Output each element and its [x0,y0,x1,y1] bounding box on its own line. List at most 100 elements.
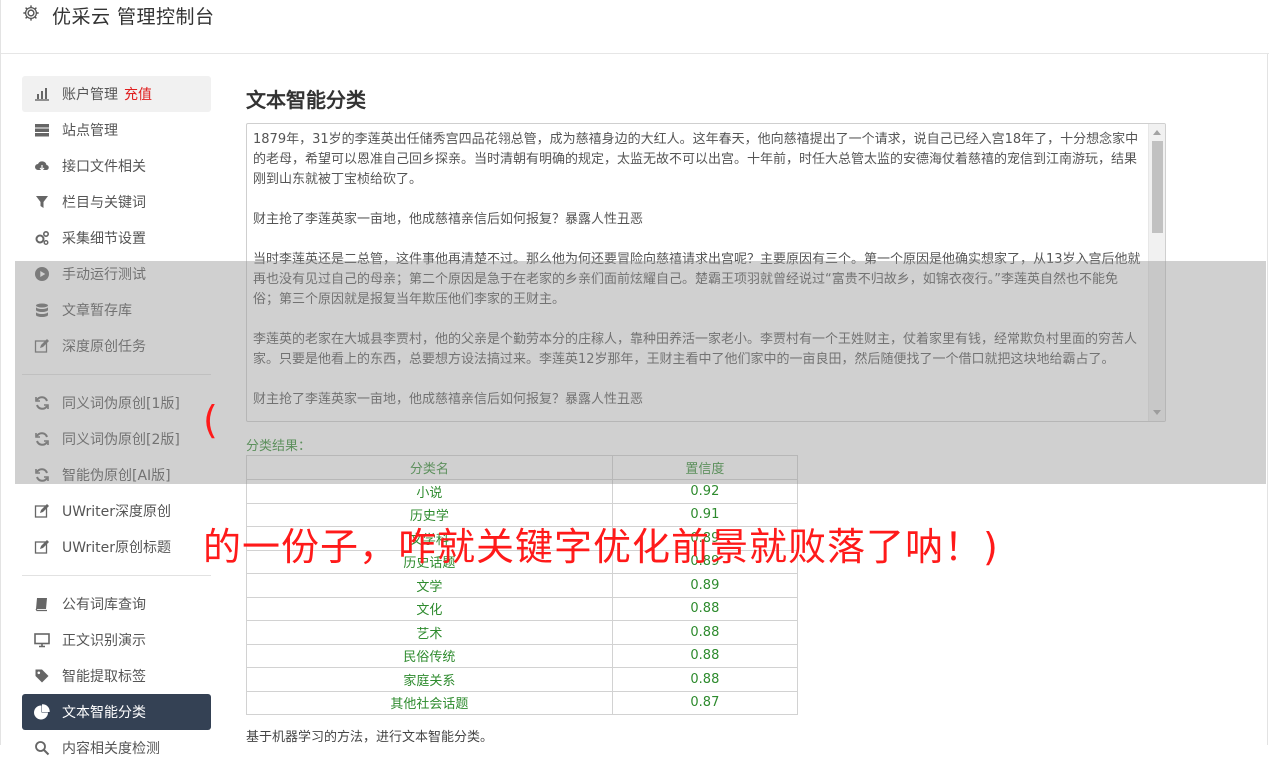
sidebar-item-label: 文本智能分类 [62,705,146,721]
confidence-cell: 0.89 [611,573,799,598]
column-header: 置信度 [611,455,799,480]
article-paragraph: 1879年，31岁的李莲英出任储秀宫四品花翎总管，成为慈禧身边的大红人。这年春天… [253,132,1139,187]
sidebar-item-label: 账户管理 [62,87,118,103]
textarea-scrollbar[interactable] [1148,124,1165,421]
sidebar-item-label: 栏目与关键词 [62,195,146,211]
sidebar-item-synonym-v2[interactable]: 同义词伪原创[2版] [22,421,211,457]
sidebar-item-label: UWriter深度原创 [62,504,171,520]
scroll-up-arrow-icon[interactable] [1153,130,1161,135]
bar-chart-icon [33,85,51,103]
article-text: 1879年，31岁的李莲英出任储秀宫四品花翎总管，成为慈禧身边的大红人。这年春天… [253,130,1143,421]
confidence-cell: 0.87 [611,690,799,715]
app-frame: 优采云 管理控制台 账户管理 充值 站点管理 接口文件相关 栏目与关键词 采集细… [0,0,1269,757]
sidebar-item-label: 智能伪原创[AI版] [62,468,171,484]
gears-icon [33,229,51,247]
sidebar-item-public-lexicon[interactable]: 公有词库查询 [22,586,211,622]
top-bar: 优采云 管理控制台 [1,0,1269,54]
sidebar-item-ai-rewrite[interactable]: 智能伪原创[AI版] [22,457,211,493]
pie-chart-icon [33,703,51,721]
sidebar-item-relevance-check[interactable]: 内容相关度检测 [22,730,211,766]
sidebar-item-label: 同义词伪原创[1版] [62,396,180,412]
table-row: 艺术 0.88 [246,620,799,645]
column-header: 分类名 [246,455,613,480]
sidebar-item-label: 文章暂存库 [62,303,132,319]
sidebar-item-label: 同义词伪原创[2版] [62,432,180,448]
sidebar-item-label: 正文识别演示 [62,633,146,649]
sidebar-item-label: 智能提取标签 [62,669,146,685]
sidebar: 账户管理 充值 站点管理 接口文件相关 栏目与关键词 采集细节设置 手动运行测试… [22,76,211,766]
tag-icon [33,667,51,685]
sidebar-divider [22,575,211,576]
sidebar-item-interface-files[interactable]: 接口文件相关 [22,148,211,184]
article-textarea[interactable]: 1879年，31岁的李莲英出任储秀宫四品花翎总管，成为慈禧身边的大红人。这年春天… [246,123,1166,422]
overlay-paren: ( [203,398,218,442]
category-cell: 艺术 [246,620,613,645]
sidebar-item-collect-settings[interactable]: 采集细节设置 [22,220,211,256]
article-paragraph: 当时李莲英还是二总管，这件事他再清楚不过。那么他为何还要冒险向慈禧请求出宫呢？主… [253,252,1141,307]
confidence-cell: 0.92 [611,479,799,504]
sidebar-item-label: UWriter原创标题 [62,540,171,556]
table-row: 其他社会话题 0.87 [246,690,799,715]
table-row: 文化 0.88 [246,596,799,621]
category-cell: 民俗传统 [246,643,613,668]
search-icon [33,739,51,757]
edit-icon [33,337,51,355]
sidebar-item-tag-extraction[interactable]: 智能提取标签 [22,658,211,694]
footnote: 基于机器学习的方法，进行文本智能分类。 [246,730,494,745]
sidebar-item-uwriter-title[interactable]: UWriter原创标题 [22,529,211,565]
refresh-icon [33,430,51,448]
sidebar-item-synonym-v1[interactable]: 同义词伪原创[1版] [22,385,211,421]
category-cell: 家庭关系 [246,667,613,692]
gear-icon[interactable] [22,4,40,22]
sidebar-item-label: 接口文件相关 [62,159,146,175]
edit-icon [33,502,51,520]
category-cell: 文化 [246,596,613,621]
page-title: 文本智能分类 [246,88,366,112]
sidebar-item-manual-test[interactable]: 手动运行测试 [22,256,211,292]
scroll-thumb[interactable] [1152,141,1163,233]
play-icon [33,265,51,283]
sidebar-item-label: 内容相关度检测 [62,741,160,757]
article-paragraph: 李莲英的老家在大城县李贾村，他的父亲是个勤劳本分的庄稼人，靠种田养活一家老小。李… [253,332,1138,367]
confidence-cell: 0.88 [611,667,799,692]
result-label: 分类结果： [246,439,312,454]
category-cell: 小说 [246,479,613,504]
recharge-link[interactable]: 充值 [124,84,152,104]
edit-icon [33,538,51,556]
sidebar-item-label: 站点管理 [62,123,118,139]
sidebar-item-account[interactable]: 账户管理 充值 [22,76,211,112]
confidence-cell: 0.88 [611,596,799,621]
table-row: 家庭关系 0.88 [246,667,799,692]
sidebar-item-text-classification[interactable]: 文本智能分类 [22,694,211,730]
classification-table: 分类名 置信度 小说 0.92 历史学 0.91 文学科 0.89 历史话题 0.89 … [246,455,799,715]
category-cell: 文学 [246,573,613,598]
overlay-caption: 的一份子，咋就关键字优化前景就败落了呐！) [203,525,999,569]
sidebar-divider [22,374,211,375]
article-paragraph: 财主抢了李莲英家一亩地，他成慈禧亲信后如何报复？暴露人性丑恶 [253,212,644,227]
refresh-icon [33,466,51,484]
category-cell: 其他社会话题 [246,690,613,715]
confidence-cell: 0.88 [611,620,799,645]
table-row: 小说 0.92 [246,479,799,504]
table-header-row: 分类名 置信度 [246,455,799,480]
sidebar-item-columns-keywords[interactable]: 栏目与关键词 [22,184,211,220]
scroll-down-arrow-icon[interactable] [1153,410,1161,415]
sidebar-item-label: 公有词库查询 [62,597,146,613]
sidebar-item-article-storage[interactable]: 文章暂存库 [22,292,211,328]
book-icon [33,595,51,613]
sidebar-item-label: 采集细节设置 [62,231,146,247]
table-row: 民俗传统 0.88 [246,643,799,668]
monitor-icon [33,631,51,649]
sidebar-item-text-recognition[interactable]: 正文识别演示 [22,622,211,658]
sidebar-item-sites[interactable]: 站点管理 [22,112,211,148]
article-paragraph: 财主抢了李莲英家一亩地，他成慈禧亲信后如何报复？暴露人性丑恶 [253,392,644,407]
sidebar-item-label: 手动运行测试 [62,267,146,283]
app-title: 优采云 管理控制台 [52,6,215,28]
confidence-cell: 0.88 [611,643,799,668]
table-row: 文学 0.89 [246,573,799,598]
cloud-download-icon [33,157,51,175]
sidebar-item-uwriter-deep[interactable]: UWriter深度原创 [22,493,211,529]
sidebar-item-deep-original[interactable]: 深度原创任务 [22,328,211,364]
filter-icon [33,193,51,211]
server-icon [33,121,51,139]
